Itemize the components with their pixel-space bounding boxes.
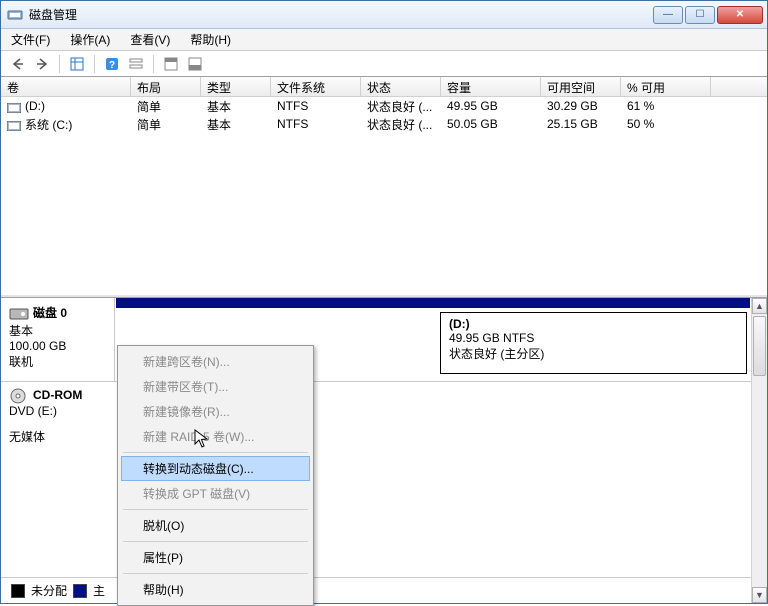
disk-area: 磁盘 0 基本 100.00 GB 联机 (D:) 49.95 GB NTFS … xyxy=(1,298,751,603)
view-top-icon[interactable] xyxy=(160,53,182,75)
vol-name: (D:) xyxy=(25,99,45,113)
partition-desc1: 49.95 GB NTFS xyxy=(449,331,738,345)
col-type[interactable]: 类型 xyxy=(201,77,271,96)
disk0-header-bar xyxy=(116,298,750,308)
disk0-partition-d[interactable]: (D:) 49.95 GB NTFS 状态良好 (主分区) xyxy=(440,312,747,374)
menu-action[interactable]: 操作(A) xyxy=(66,29,114,50)
menu-file[interactable]: 文件(F) xyxy=(7,29,54,50)
disk0-label: 磁盘 0 基本 100.00 GB 联机 xyxy=(1,298,115,381)
ctx-convert-gpt[interactable]: 转换成 GPT 磁盘(V) xyxy=(121,481,310,506)
ctx-properties[interactable]: 属性(P) xyxy=(121,545,310,570)
toolbar-separator xyxy=(153,55,154,73)
cdrom-label: CD-ROM DVD (E:) 无媒体 xyxy=(1,382,115,492)
disk-row-0[interactable]: 磁盘 0 基本 100.00 GB 联机 (D:) 49.95 GB NTFS … xyxy=(1,298,751,382)
col-free[interactable]: 可用空间 xyxy=(541,77,621,96)
minimize-button[interactable]: — xyxy=(653,6,683,24)
vol-type: 基本 xyxy=(201,98,271,115)
legend-primary-box xyxy=(73,584,87,598)
cdrom-icon xyxy=(9,388,29,404)
window-title: 磁盘管理 xyxy=(29,6,651,23)
app-icon xyxy=(7,7,23,23)
partition-name: (D:) xyxy=(449,317,738,331)
forward-button[interactable] xyxy=(31,53,53,75)
view-details-icon[interactable] xyxy=(125,53,147,75)
vol-layout: 简单 xyxy=(131,116,201,133)
cdrom-line2: DVD (E:) xyxy=(9,404,107,418)
ctx-help[interactable]: 帮助(H) xyxy=(121,577,310,602)
scroll-down-button[interactable]: ▼ xyxy=(752,587,767,603)
disk-row-cdrom[interactable]: CD-ROM DVD (E:) 无媒体 xyxy=(1,382,751,492)
legend-unalloc-text: 未分配 xyxy=(31,582,67,599)
partition-desc2: 状态良好 (主分区) xyxy=(449,345,738,362)
ctx-new-striped[interactable]: 新建带区卷(T)... xyxy=(121,374,310,399)
menu-help[interactable]: 帮助(H) xyxy=(186,29,235,50)
vertical-scrollbar[interactable]: ▲ ▼ xyxy=(751,298,767,603)
scroll-up-button[interactable]: ▲ xyxy=(752,298,767,314)
ctx-separator xyxy=(123,452,308,453)
window-buttons: — ☐ ✕ xyxy=(651,6,763,24)
vol-status: 状态良好 (... xyxy=(361,98,441,115)
view-list-icon[interactable] xyxy=(66,53,88,75)
vol-capacity: 50.05 GB xyxy=(441,117,541,131)
app-window: 磁盘管理 — ☐ ✕ 文件(F) 操作(A) 查看(V) 帮助(H) ? 卷 布… xyxy=(0,0,768,604)
vol-fs: NTFS xyxy=(271,99,361,113)
view-bottom-icon[interactable] xyxy=(184,53,206,75)
disk0-kind: 基本 xyxy=(9,322,106,339)
disk-map-pane: 磁盘 0 基本 100.00 GB 联机 (D:) 49.95 GB NTFS … xyxy=(1,297,767,603)
close-button[interactable]: ✕ xyxy=(717,6,763,24)
col-volume[interactable]: 卷 xyxy=(1,77,131,96)
ctx-separator xyxy=(123,573,308,574)
vol-pct: 61 % xyxy=(621,99,711,113)
svg-text:?: ? xyxy=(109,60,115,71)
content-area: 卷 布局 类型 文件系统 状态 容量 可用空间 % 可用 (D:) 简单 基本 … xyxy=(1,77,767,603)
help-icon[interactable]: ? xyxy=(101,53,123,75)
cdrom-line3: 无媒体 xyxy=(9,428,107,445)
ctx-new-spanned[interactable]: 新建跨区卷(N)... xyxy=(121,349,310,374)
titlebar[interactable]: 磁盘管理 — ☐ ✕ xyxy=(1,1,767,29)
table-row[interactable]: (D:) 简单 基本 NTFS 状态良好 (... 49.95 GB 30.29… xyxy=(1,97,767,115)
vol-capacity: 49.95 GB xyxy=(441,99,541,113)
legend: 未分配 主 xyxy=(1,577,751,603)
volume-table-body: (D:) 简单 基本 NTFS 状态良好 (... 49.95 GB 30.29… xyxy=(1,97,767,297)
vol-name: 系统 (C:) xyxy=(25,118,72,132)
disk0-state: 联机 xyxy=(9,353,106,370)
col-pct[interactable]: % 可用 xyxy=(621,77,711,96)
maximize-button[interactable]: ☐ xyxy=(685,6,715,24)
menu-view[interactable]: 查看(V) xyxy=(126,29,174,50)
table-row[interactable]: 系统 (C:) 简单 基本 NTFS 状态良好 (... 50.05 GB 25… xyxy=(1,115,767,133)
col-fs[interactable]: 文件系统 xyxy=(271,77,361,96)
volume-icon xyxy=(7,120,21,130)
ctx-new-raid5[interactable]: 新建 RAID-5 卷(W)... xyxy=(121,424,310,449)
vol-type: 基本 xyxy=(201,116,271,133)
volume-table-header: 卷 布局 类型 文件系统 状态 容量 可用空间 % 可用 xyxy=(1,77,767,97)
disk-context-menu: 新建跨区卷(N)... 新建带区卷(T)... 新建镜像卷(R)... 新建 R… xyxy=(117,345,314,606)
col-status[interactable]: 状态 xyxy=(361,77,441,96)
ctx-separator xyxy=(123,541,308,542)
toolbar-separator xyxy=(94,55,95,73)
menubar: 文件(F) 操作(A) 查看(V) 帮助(H) xyxy=(1,29,767,51)
ctx-new-mirror[interactable]: 新建镜像卷(R)... xyxy=(121,399,310,424)
vol-free: 30.29 GB xyxy=(541,99,621,113)
disk0-title: 磁盘 0 xyxy=(33,306,67,320)
volume-icon xyxy=(7,102,21,112)
cdrom-title: CD-ROM xyxy=(33,388,82,402)
vol-status: 状态良好 (... xyxy=(361,116,441,133)
back-button[interactable] xyxy=(7,53,29,75)
vol-free: 25.15 GB xyxy=(541,117,621,131)
ctx-offline[interactable]: 脱机(O) xyxy=(121,513,310,538)
toolbar-separator xyxy=(59,55,60,73)
legend-unalloc-box xyxy=(11,584,25,598)
toolbar: ? xyxy=(1,51,767,77)
ctx-separator xyxy=(123,509,308,510)
vol-fs: NTFS xyxy=(271,117,361,131)
col-layout[interactable]: 布局 xyxy=(131,77,201,96)
legend-primary-text: 主 xyxy=(93,582,105,599)
disk-icon xyxy=(9,306,29,322)
col-capacity[interactable]: 容量 xyxy=(441,77,541,96)
vol-layout: 简单 xyxy=(131,98,201,115)
disk0-size: 100.00 GB xyxy=(9,339,106,353)
vol-pct: 50 % xyxy=(621,117,711,131)
ctx-convert-dynamic[interactable]: 转换到动态磁盘(C)... xyxy=(121,456,310,481)
scroll-thumb[interactable] xyxy=(753,316,766,376)
